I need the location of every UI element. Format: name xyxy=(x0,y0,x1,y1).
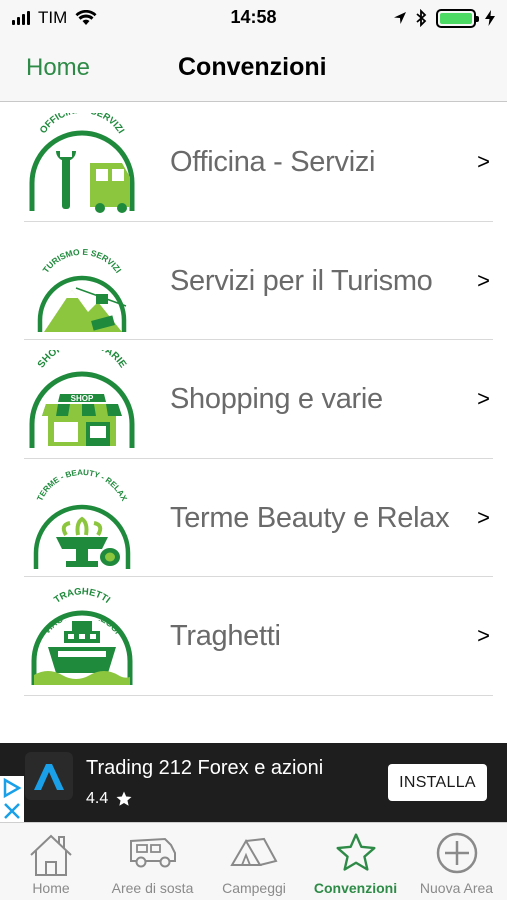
list-item-label: Shopping e varie xyxy=(170,383,383,415)
app-icon xyxy=(25,752,73,800)
ad-title: Trading 212 Forex e azioni xyxy=(86,757,324,779)
page-title: Convenzioni xyxy=(178,53,327,81)
bluetooth-icon xyxy=(416,9,427,27)
status-bar: TIM 14:58 xyxy=(0,0,507,36)
location-arrow-icon xyxy=(394,12,406,24)
svg-text:TURISMO E SERVIZI: TURISMO E SERVIZI xyxy=(41,246,124,274)
tab-label: Home xyxy=(32,880,70,896)
chevron-right-icon: > xyxy=(477,267,490,293)
convenzioni-list: OFFICINA - SERVIZI Officina - Servizi > … xyxy=(0,103,507,696)
tab-campeggi[interactable]: Campeggi xyxy=(203,823,305,900)
navigation-bar: Home Convenzioni xyxy=(0,36,507,102)
chevron-right-icon: > xyxy=(477,149,490,174)
tents-icon xyxy=(230,837,278,866)
star-icon xyxy=(335,833,376,871)
wrench-truck-icon: OFFICINA - SERVIZI xyxy=(29,113,135,213)
mountain-cablecar-icon: TURISMO E SERVIZI xyxy=(37,246,127,332)
charging-bolt-icon xyxy=(485,10,495,26)
tab-label: Convenzioni xyxy=(313,880,398,896)
tab-nuova-area[interactable]: Nuova Area xyxy=(406,823,507,900)
list-item-label: Servizi per il Turismo xyxy=(170,264,433,297)
battery-icon xyxy=(436,8,479,28)
list-item-label: Officina - Servizi xyxy=(170,146,376,178)
ad-banner[interactable]: Trading 212 Forex e azioni 4.4 INSTALLA xyxy=(0,743,507,822)
ad-rating: 4.4 xyxy=(86,790,133,808)
star-rating-icon xyxy=(116,791,132,806)
divider xyxy=(24,694,493,696)
camper-icon xyxy=(129,837,176,868)
tab-bar: Home Aree di sosta Campeggi Convenzioni … xyxy=(0,822,507,900)
install-button[interactable]: INSTALLA xyxy=(388,764,487,801)
tab-label: Campeggi xyxy=(222,880,286,896)
svg-text:TERME - BEAUTY - RELAX: TERME - BEAUTY - RELAX xyxy=(35,469,129,503)
tab-aree-di-sosta[interactable]: Aree di sosta xyxy=(102,823,203,900)
list-item-shopping[interactable]: SHOPPING E VARIE SHOP Shopping e varie > xyxy=(0,340,507,459)
list-item-officina[interactable]: OFFICINA - SERVIZI Officina - Servizi > xyxy=(0,103,507,222)
svg-text:TRAGHETTI: TRAGHETTI xyxy=(52,587,112,606)
tab-home[interactable]: Home xyxy=(0,823,102,900)
svg-text:SHOPPING E VARIE: SHOPPING E VARIE xyxy=(36,350,129,370)
chevron-right-icon: > xyxy=(477,386,490,411)
list-item-terme[interactable]: TERME - BEAUTY - RELAX Terme Beauty e Re… xyxy=(0,459,507,577)
tab-label: Nuova Area xyxy=(419,880,494,896)
list-item-label: Terme Beauty e Relax xyxy=(170,501,450,534)
back-button[interactable]: Home xyxy=(26,54,90,82)
list-item-label: Traghetti xyxy=(170,620,281,652)
viaggi-noleggi-logo: VIAGGI & NOLEGGI xyxy=(41,620,122,636)
chevron-right-icon: > xyxy=(477,504,490,530)
plus-circle-icon xyxy=(436,832,477,874)
list-item-turismo[interactable]: TURISMO E SERVIZI Servizi per il Turismo… xyxy=(0,222,507,340)
adchoices-icon[interactable] xyxy=(0,776,24,822)
fountain-towels-icon: TERME - BEAUTY - RELAX xyxy=(33,469,131,569)
tab-label: Aree di sosta xyxy=(111,880,194,896)
tab-convenzioni[interactable]: Convenzioni xyxy=(305,823,406,900)
house-icon xyxy=(30,834,72,876)
svg-text:SHOP: SHOP xyxy=(71,394,94,403)
shop-icon: SHOPPING E VARIE SHOP xyxy=(29,350,135,448)
svg-text:VIAGGI & NOLEGGI: VIAGGI & NOLEGGI xyxy=(41,620,122,636)
chevron-right-icon: > xyxy=(477,623,490,648)
rating-value: 4.4 xyxy=(86,790,109,807)
